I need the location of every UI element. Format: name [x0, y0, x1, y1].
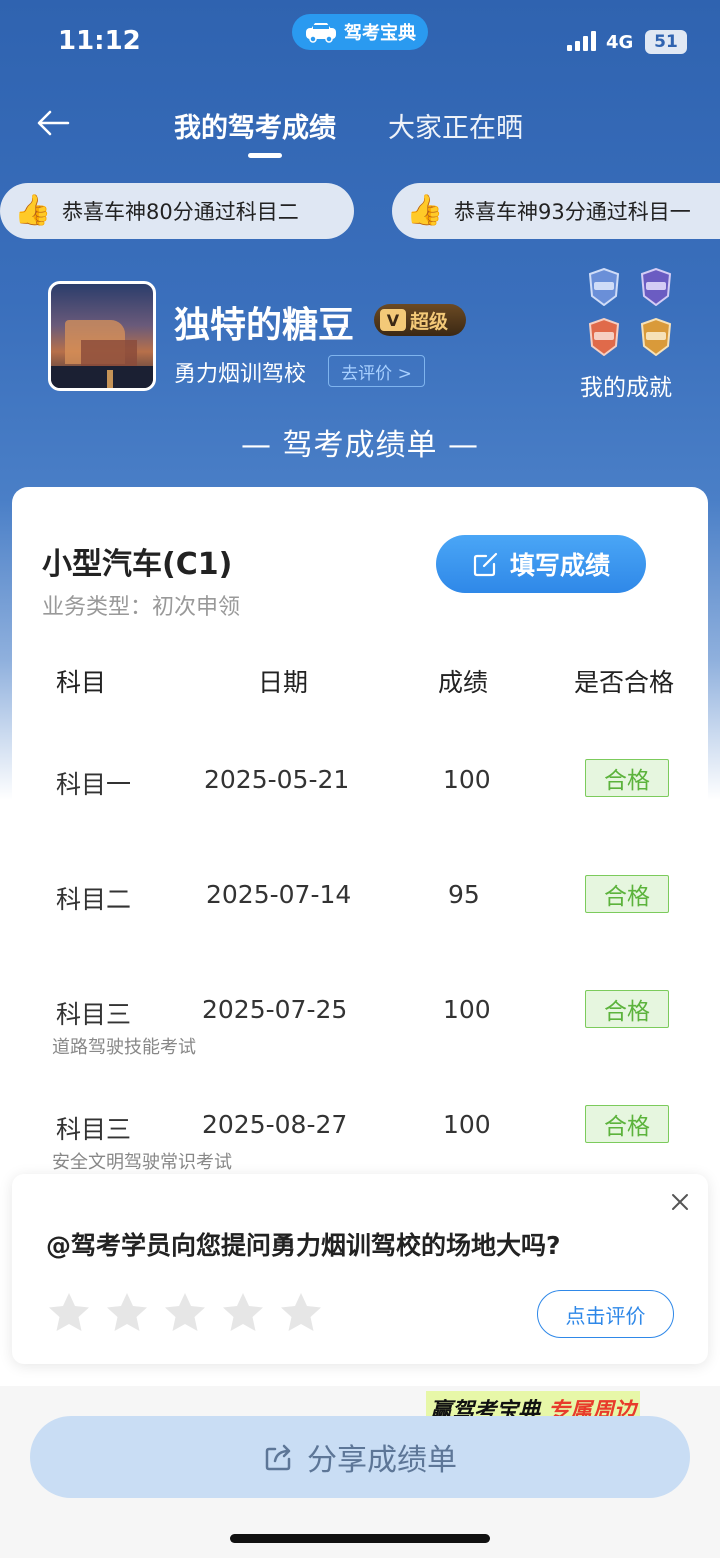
thumbs-up-icon: 👍	[406, 193, 444, 228]
star-icon[interactable]	[278, 1290, 324, 1336]
star-icon[interactable]	[220, 1290, 266, 1336]
header-date: 日期	[258, 668, 309, 697]
share-icon	[265, 1444, 291, 1471]
row-date: 2025-05-21	[204, 765, 350, 794]
battery-level: 51	[654, 32, 678, 52]
row-score: 95	[448, 880, 480, 909]
row-subject: 科目二	[56, 885, 132, 914]
active-tab-indicator	[248, 153, 282, 158]
close-icon[interactable]	[668, 1190, 692, 1214]
tab-everyone-sharing[interactable]: 大家正在晒	[388, 106, 523, 145]
vip-badge-label: 超级	[410, 310, 449, 333]
popup-question: @驾考学员向您提问勇力烟训驾校的场地大吗?	[46, 1231, 561, 1260]
edit-icon	[473, 552, 498, 577]
vip-letter: V	[380, 309, 406, 331]
rating-popup: @驾考学员向您提问勇力烟训驾校的场地大吗? 点击评价	[12, 1174, 708, 1364]
click-evaluate-button[interactable]: 点击评价	[537, 1290, 674, 1338]
medal-icon	[588, 268, 620, 306]
avatar[interactable]	[48, 281, 156, 391]
achievement-medals[interactable]	[584, 268, 684, 360]
star-icon[interactable]	[104, 1290, 150, 1336]
home-indicator[interactable]	[230, 1534, 490, 1543]
row-date: 2025-07-25	[202, 995, 348, 1024]
vehicle-type: 小型汽车(C1)	[42, 547, 233, 582]
car-icon	[306, 23, 336, 43]
status-bar: 11:12 驾考宝典 4G 51	[0, 0, 720, 86]
row-score: 100	[443, 765, 491, 794]
vip-badge[interactable]: V 超级	[374, 304, 466, 336]
driving-school-name: 勇力烟训驾校	[174, 362, 307, 387]
achievements-label[interactable]: 我的成就	[580, 368, 672, 402]
medal-icon	[588, 318, 620, 356]
row-subject: 科目三	[56, 1000, 132, 1029]
ticker-text: 恭喜车神80分通过科目二	[62, 200, 299, 224]
fill-score-label: 填写成绩	[509, 551, 610, 580]
pass-badge: 合格	[585, 990, 669, 1028]
app-pill-label: 驾考宝典	[344, 23, 416, 44]
row-date: 2025-08-27	[202, 1110, 348, 1139]
row-subject: 科目一	[56, 770, 132, 799]
pass-badge: 合格	[585, 759, 669, 797]
back-arrow-icon[interactable]	[34, 104, 72, 142]
user-name: 独特的糖豆	[174, 305, 355, 346]
thumbs-up-icon: 👍	[14, 193, 52, 228]
signal-icon	[567, 31, 596, 51]
ticker-text: 恭喜车神93分通过科目一	[454, 200, 691, 224]
score-sheet-title: — 驾考成绩单 —	[240, 428, 480, 463]
star-icon[interactable]	[162, 1290, 208, 1336]
score-card: 小型汽车(C1) 业务类型：初次申领 填写成绩 科目 日期 成绩 是否合格 科目…	[12, 487, 708, 1247]
row-subject: 科目三	[56, 1115, 132, 1144]
pass-badge: 合格	[585, 875, 669, 913]
row-score: 100	[443, 995, 491, 1024]
status-time: 11:12	[58, 26, 141, 56]
row-note: 道路驾驶技能考试	[52, 1037, 196, 1058]
business-type: 业务类型：初次申领	[42, 595, 241, 620]
row-score: 100	[443, 1110, 491, 1139]
battery-icon: 51	[645, 30, 687, 54]
top-nav: 我的驾考成绩 大家正在晒	[0, 90, 720, 170]
header-passed: 是否合格	[574, 668, 675, 697]
header-score: 成绩	[438, 668, 489, 697]
tab-my-scores[interactable]: 我的驾考成绩	[174, 106, 336, 145]
network-type: 4G	[606, 32, 634, 53]
medal-icon	[640, 318, 672, 356]
pass-badge: 合格	[585, 1105, 669, 1143]
rate-school-button[interactable]: 去评价 >	[328, 355, 425, 387]
congrats-ticker-item: 👍 恭喜车神80分通过科目二	[0, 183, 354, 239]
share-scores-button[interactable]: 分享成绩单	[30, 1416, 690, 1498]
header-subject: 科目	[56, 668, 107, 697]
row-note: 安全文明驾驶常识考试	[52, 1152, 232, 1173]
fill-score-button[interactable]: 填写成绩	[436, 535, 646, 593]
medal-icon	[640, 268, 672, 306]
congrats-ticker-item: 👍 恭喜车神93分通过科目一	[392, 183, 720, 239]
share-scores-label: 分享成绩单	[307, 1443, 457, 1478]
app-pill[interactable]: 驾考宝典	[292, 14, 428, 50]
row-date: 2025-07-14	[206, 880, 352, 909]
star-icon[interactable]	[46, 1290, 92, 1336]
star-rating[interactable]	[46, 1290, 324, 1336]
